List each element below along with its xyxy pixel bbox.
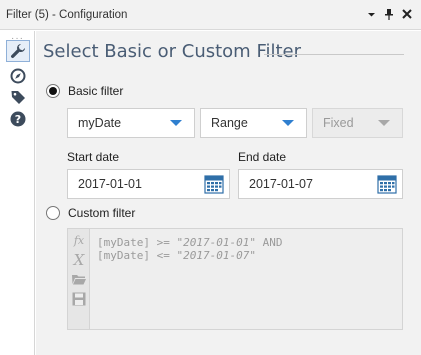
start-date-field[interactable]: 2017-01-01 <box>67 169 230 199</box>
editor-toolbar: fx X <box>68 229 90 329</box>
calendar-icon[interactable] <box>204 174 224 194</box>
wrench-icon[interactable] <box>6 40 30 62</box>
chevron-down-icon <box>170 120 182 126</box>
heading-divider <box>264 54 404 55</box>
expression-text: [myDate] >= "2017-01-01" AND [myDate] <=… <box>97 236 282 262</box>
svg-text:X: X <box>73 251 86 267</box>
end-date-label: End date <box>238 150 287 164</box>
window-title: Filter (5) - Configuration <box>6 9 128 21</box>
function-icon: fx <box>70 231 88 249</box>
custom-filter-label: Custom filter <box>68 206 136 220</box>
field-select-value: myDate <box>78 116 122 130</box>
variable-icon: X <box>70 250 88 268</box>
svg-text:fx: fx <box>73 234 85 247</box>
start-date-value: 2017-01-01 <box>78 177 142 191</box>
end-date-value: 2017-01-07 <box>249 177 313 191</box>
pin-icon[interactable] <box>383 7 395 21</box>
basic-filter-radio[interactable] <box>46 84 60 98</box>
expression-editor: fx X [myDate] >= "2017-01-01" AND [myDat… <box>67 228 403 330</box>
chevron-down-icon[interactable] <box>365 7 377 21</box>
close-icon[interactable] <box>401 7 413 21</box>
field-select[interactable]: myDate <box>67 108 195 138</box>
window-controls <box>365 7 413 21</box>
folder-open-icon <box>70 270 88 288</box>
page-title: Select Basic or Custom Filter <box>43 41 302 62</box>
custom-filter-radio[interactable] <box>46 206 60 220</box>
help-icon[interactable]: ? <box>6 108 30 130</box>
operator-select-value: Range <box>211 116 248 130</box>
mode-select: Fixed <box>312 108 403 138</box>
basic-filter-label: Basic filter <box>68 84 124 98</box>
svg-text:?: ? <box>15 113 21 126</box>
chevron-down-icon <box>282 120 294 126</box>
config-sidebar: ··· ? <box>0 31 35 355</box>
custom-filter-option[interactable]: Custom filter <box>46 206 135 220</box>
calendar-icon[interactable] <box>377 174 397 194</box>
mode-select-value: Fixed <box>323 116 354 130</box>
operator-select[interactable]: Range <box>200 108 307 138</box>
expression-line-1: [myDate] >= "2017-01-01" AND <box>97 236 283 249</box>
window-titlebar: Filter (5) - Configuration <box>0 0 421 30</box>
start-date-label: Start date <box>67 150 120 164</box>
basic-filter-option[interactable]: Basic filter <box>46 84 123 98</box>
expression-line-2: [myDate] <= "2017-01-07" <box>97 249 256 262</box>
tag-icon[interactable] <box>6 86 30 108</box>
compass-icon[interactable] <box>6 65 30 87</box>
save-icon <box>70 290 88 308</box>
end-date-field[interactable]: 2017-01-07 <box>238 169 403 199</box>
configuration-panel: Select Basic or Custom Filter Basic filt… <box>36 31 421 355</box>
chevron-down-icon <box>378 120 390 126</box>
